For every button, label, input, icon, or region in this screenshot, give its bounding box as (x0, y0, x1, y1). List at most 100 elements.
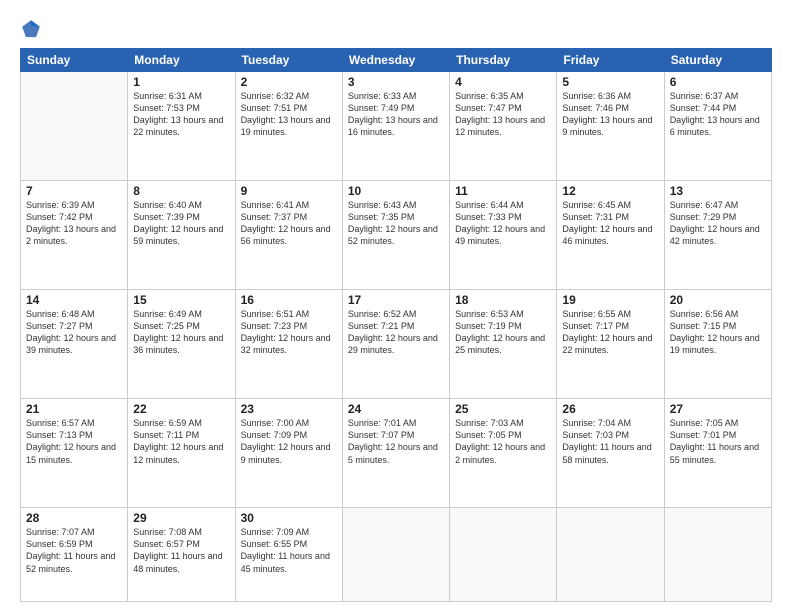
day-number: 26 (562, 402, 658, 416)
col-header-monday: Monday (128, 49, 235, 72)
day-cell: 14Sunrise: 6:48 AM Sunset: 7:27 PM Dayli… (21, 290, 128, 399)
day-info: Sunrise: 6:32 AM Sunset: 7:51 PM Dayligh… (241, 90, 337, 139)
day-cell: 18Sunrise: 6:53 AM Sunset: 7:19 PM Dayli… (450, 290, 557, 399)
day-info: Sunrise: 6:55 AM Sunset: 7:17 PM Dayligh… (562, 308, 658, 357)
day-cell: 6Sunrise: 6:37 AM Sunset: 7:44 PM Daylig… (664, 72, 771, 181)
day-cell: 8Sunrise: 6:40 AM Sunset: 7:39 PM Daylig… (128, 181, 235, 290)
day-cell: 16Sunrise: 6:51 AM Sunset: 7:23 PM Dayli… (235, 290, 342, 399)
day-info: Sunrise: 7:05 AM Sunset: 7:01 PM Dayligh… (670, 417, 766, 466)
logo (20, 18, 44, 40)
day-number: 9 (241, 184, 337, 198)
day-number: 20 (670, 293, 766, 307)
day-info: Sunrise: 6:53 AM Sunset: 7:19 PM Dayligh… (455, 308, 551, 357)
day-info: Sunrise: 6:56 AM Sunset: 7:15 PM Dayligh… (670, 308, 766, 357)
day-cell: 3Sunrise: 6:33 AM Sunset: 7:49 PM Daylig… (342, 72, 449, 181)
day-info: Sunrise: 6:59 AM Sunset: 7:11 PM Dayligh… (133, 417, 229, 466)
day-info: Sunrise: 6:41 AM Sunset: 7:37 PM Dayligh… (241, 199, 337, 248)
day-cell: 15Sunrise: 6:49 AM Sunset: 7:25 PM Dayli… (128, 290, 235, 399)
day-info: Sunrise: 7:03 AM Sunset: 7:05 PM Dayligh… (455, 417, 551, 466)
week-row-3: 21Sunrise: 6:57 AM Sunset: 7:13 PM Dayli… (21, 399, 772, 508)
day-number: 18 (455, 293, 551, 307)
header (20, 18, 772, 40)
col-header-friday: Friday (557, 49, 664, 72)
day-info: Sunrise: 6:48 AM Sunset: 7:27 PM Dayligh… (26, 308, 122, 357)
day-info: Sunrise: 6:39 AM Sunset: 7:42 PM Dayligh… (26, 199, 122, 248)
day-cell: 28Sunrise: 7:07 AM Sunset: 6:59 PM Dayli… (21, 508, 128, 602)
col-header-tuesday: Tuesday (235, 49, 342, 72)
day-number: 25 (455, 402, 551, 416)
day-info: Sunrise: 7:04 AM Sunset: 7:03 PM Dayligh… (562, 417, 658, 466)
day-number: 23 (241, 402, 337, 416)
day-number: 14 (26, 293, 122, 307)
day-cell (342, 508, 449, 602)
day-cell: 11Sunrise: 6:44 AM Sunset: 7:33 PM Dayli… (450, 181, 557, 290)
col-header-wednesday: Wednesday (342, 49, 449, 72)
page: SundayMondayTuesdayWednesdayThursdayFrid… (0, 0, 792, 612)
day-cell (21, 72, 128, 181)
day-cell: 21Sunrise: 6:57 AM Sunset: 7:13 PM Dayli… (21, 399, 128, 508)
day-number: 21 (26, 402, 122, 416)
day-cell: 20Sunrise: 6:56 AM Sunset: 7:15 PM Dayli… (664, 290, 771, 399)
day-info: Sunrise: 6:51 AM Sunset: 7:23 PM Dayligh… (241, 308, 337, 357)
day-cell: 13Sunrise: 6:47 AM Sunset: 7:29 PM Dayli… (664, 181, 771, 290)
day-number: 2 (241, 75, 337, 89)
day-info: Sunrise: 6:57 AM Sunset: 7:13 PM Dayligh… (26, 417, 122, 466)
day-number: 1 (133, 75, 229, 89)
day-number: 6 (670, 75, 766, 89)
day-number: 27 (670, 402, 766, 416)
day-cell: 17Sunrise: 6:52 AM Sunset: 7:21 PM Dayli… (342, 290, 449, 399)
day-cell: 25Sunrise: 7:03 AM Sunset: 7:05 PM Dayli… (450, 399, 557, 508)
day-info: Sunrise: 6:52 AM Sunset: 7:21 PM Dayligh… (348, 308, 444, 357)
day-cell: 1Sunrise: 6:31 AM Sunset: 7:53 PM Daylig… (128, 72, 235, 181)
day-number: 4 (455, 75, 551, 89)
calendar-table: SundayMondayTuesdayWednesdayThursdayFrid… (20, 48, 772, 602)
header-row: SundayMondayTuesdayWednesdayThursdayFrid… (21, 49, 772, 72)
col-header-saturday: Saturday (664, 49, 771, 72)
day-cell: 7Sunrise: 6:39 AM Sunset: 7:42 PM Daylig… (21, 181, 128, 290)
day-cell: 23Sunrise: 7:00 AM Sunset: 7:09 PM Dayli… (235, 399, 342, 508)
day-number: 28 (26, 511, 122, 525)
day-cell: 5Sunrise: 6:36 AM Sunset: 7:46 PM Daylig… (557, 72, 664, 181)
day-info: Sunrise: 7:07 AM Sunset: 6:59 PM Dayligh… (26, 526, 122, 575)
day-cell: 29Sunrise: 7:08 AM Sunset: 6:57 PM Dayli… (128, 508, 235, 602)
day-info: Sunrise: 7:00 AM Sunset: 7:09 PM Dayligh… (241, 417, 337, 466)
day-cell (450, 508, 557, 602)
day-number: 12 (562, 184, 658, 198)
day-number: 10 (348, 184, 444, 198)
day-number: 16 (241, 293, 337, 307)
day-number: 11 (455, 184, 551, 198)
day-cell: 27Sunrise: 7:05 AM Sunset: 7:01 PM Dayli… (664, 399, 771, 508)
day-cell: 4Sunrise: 6:35 AM Sunset: 7:47 PM Daylig… (450, 72, 557, 181)
day-info: Sunrise: 7:01 AM Sunset: 7:07 PM Dayligh… (348, 417, 444, 466)
day-number: 5 (562, 75, 658, 89)
col-header-sunday: Sunday (21, 49, 128, 72)
day-cell (557, 508, 664, 602)
week-row-4: 28Sunrise: 7:07 AM Sunset: 6:59 PM Dayli… (21, 508, 772, 602)
day-info: Sunrise: 6:45 AM Sunset: 7:31 PM Dayligh… (562, 199, 658, 248)
day-info: Sunrise: 6:49 AM Sunset: 7:25 PM Dayligh… (133, 308, 229, 357)
day-number: 22 (133, 402, 229, 416)
day-number: 13 (670, 184, 766, 198)
day-info: Sunrise: 6:40 AM Sunset: 7:39 PM Dayligh… (133, 199, 229, 248)
day-number: 8 (133, 184, 229, 198)
day-info: Sunrise: 6:33 AM Sunset: 7:49 PM Dayligh… (348, 90, 444, 139)
week-row-1: 7Sunrise: 6:39 AM Sunset: 7:42 PM Daylig… (21, 181, 772, 290)
day-cell: 12Sunrise: 6:45 AM Sunset: 7:31 PM Dayli… (557, 181, 664, 290)
day-info: Sunrise: 6:44 AM Sunset: 7:33 PM Dayligh… (455, 199, 551, 248)
day-cell: 22Sunrise: 6:59 AM Sunset: 7:11 PM Dayli… (128, 399, 235, 508)
day-info: Sunrise: 7:08 AM Sunset: 6:57 PM Dayligh… (133, 526, 229, 575)
day-info: Sunrise: 6:35 AM Sunset: 7:47 PM Dayligh… (455, 90, 551, 139)
day-number: 17 (348, 293, 444, 307)
day-cell: 26Sunrise: 7:04 AM Sunset: 7:03 PM Dayli… (557, 399, 664, 508)
day-cell: 10Sunrise: 6:43 AM Sunset: 7:35 PM Dayli… (342, 181, 449, 290)
day-info: Sunrise: 7:09 AM Sunset: 6:55 PM Dayligh… (241, 526, 337, 575)
day-number: 24 (348, 402, 444, 416)
day-info: Sunrise: 6:43 AM Sunset: 7:35 PM Dayligh… (348, 199, 444, 248)
day-cell: 24Sunrise: 7:01 AM Sunset: 7:07 PM Dayli… (342, 399, 449, 508)
day-number: 19 (562, 293, 658, 307)
day-cell: 9Sunrise: 6:41 AM Sunset: 7:37 PM Daylig… (235, 181, 342, 290)
day-number: 7 (26, 184, 122, 198)
day-info: Sunrise: 6:37 AM Sunset: 7:44 PM Dayligh… (670, 90, 766, 139)
day-info: Sunrise: 6:31 AM Sunset: 7:53 PM Dayligh… (133, 90, 229, 139)
day-number: 3 (348, 75, 444, 89)
